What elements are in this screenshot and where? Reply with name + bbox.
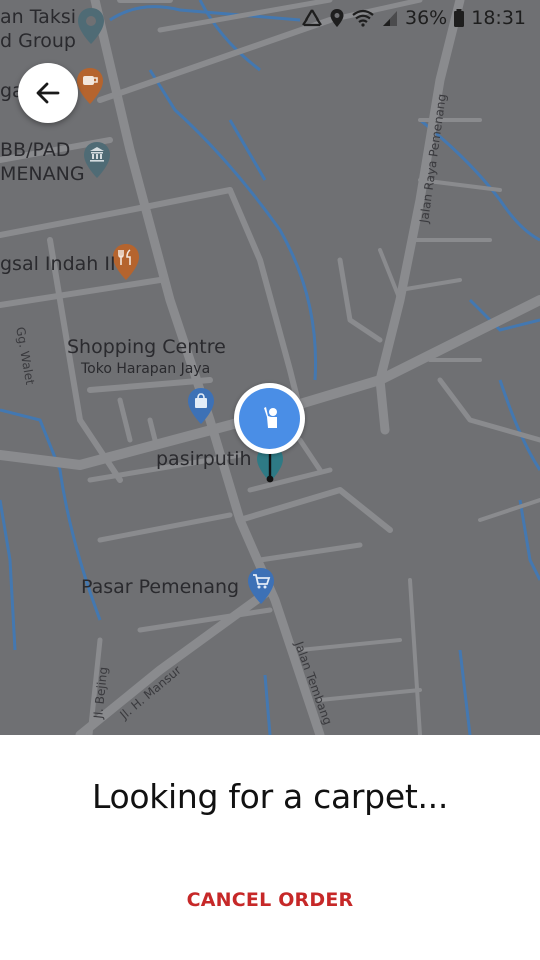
map-pin-icon[interactable] <box>76 6 106 46</box>
cancel-order-button[interactable]: CANCEL ORDER <box>170 880 370 920</box>
person-waving-icon <box>239 388 300 449</box>
map-label: Toko Harapan Jaya <box>81 361 211 377</box>
map-label: an Taksi <box>0 6 77 28</box>
location-icon <box>329 8 345 28</box>
bottom-sheet <box>0 735 540 960</box>
government-building-icon[interactable] <box>82 140 112 180</box>
search-status-text: Looking for a carpet... <box>91 777 449 816</box>
map-view[interactable]: an Taksi d Group ga BB/PAD MENANG gsal I… <box>0 0 540 735</box>
map-label: MENANG <box>0 163 85 185</box>
map-label: pasirputih <box>156 448 252 470</box>
shopping-bag-icon[interactable] <box>186 386 216 426</box>
status-bar: 36% 18:31 <box>301 0 540 36</box>
map-label: Shopping Centre <box>67 336 226 358</box>
signal-icon <box>381 8 399 28</box>
clock: 18:31 <box>471 7 526 29</box>
map-label: gsal Indah II <box>0 253 116 275</box>
recycle-icon <box>301 8 323 28</box>
battery-percent: 36% <box>405 7 448 29</box>
map-label: Pasar Pemenang <box>81 576 240 598</box>
back-button[interactable] <box>18 63 78 123</box>
arrow-left-icon <box>36 82 60 104</box>
cafe-icon[interactable] <box>75 66 105 106</box>
user-location-marker[interactable] <box>234 383 305 454</box>
map-label: d Group <box>0 30 76 52</box>
wifi-icon <box>351 8 375 28</box>
battery-icon <box>453 8 465 28</box>
map-label: BB/PAD <box>0 139 71 161</box>
shopping-cart-icon[interactable] <box>246 566 276 606</box>
